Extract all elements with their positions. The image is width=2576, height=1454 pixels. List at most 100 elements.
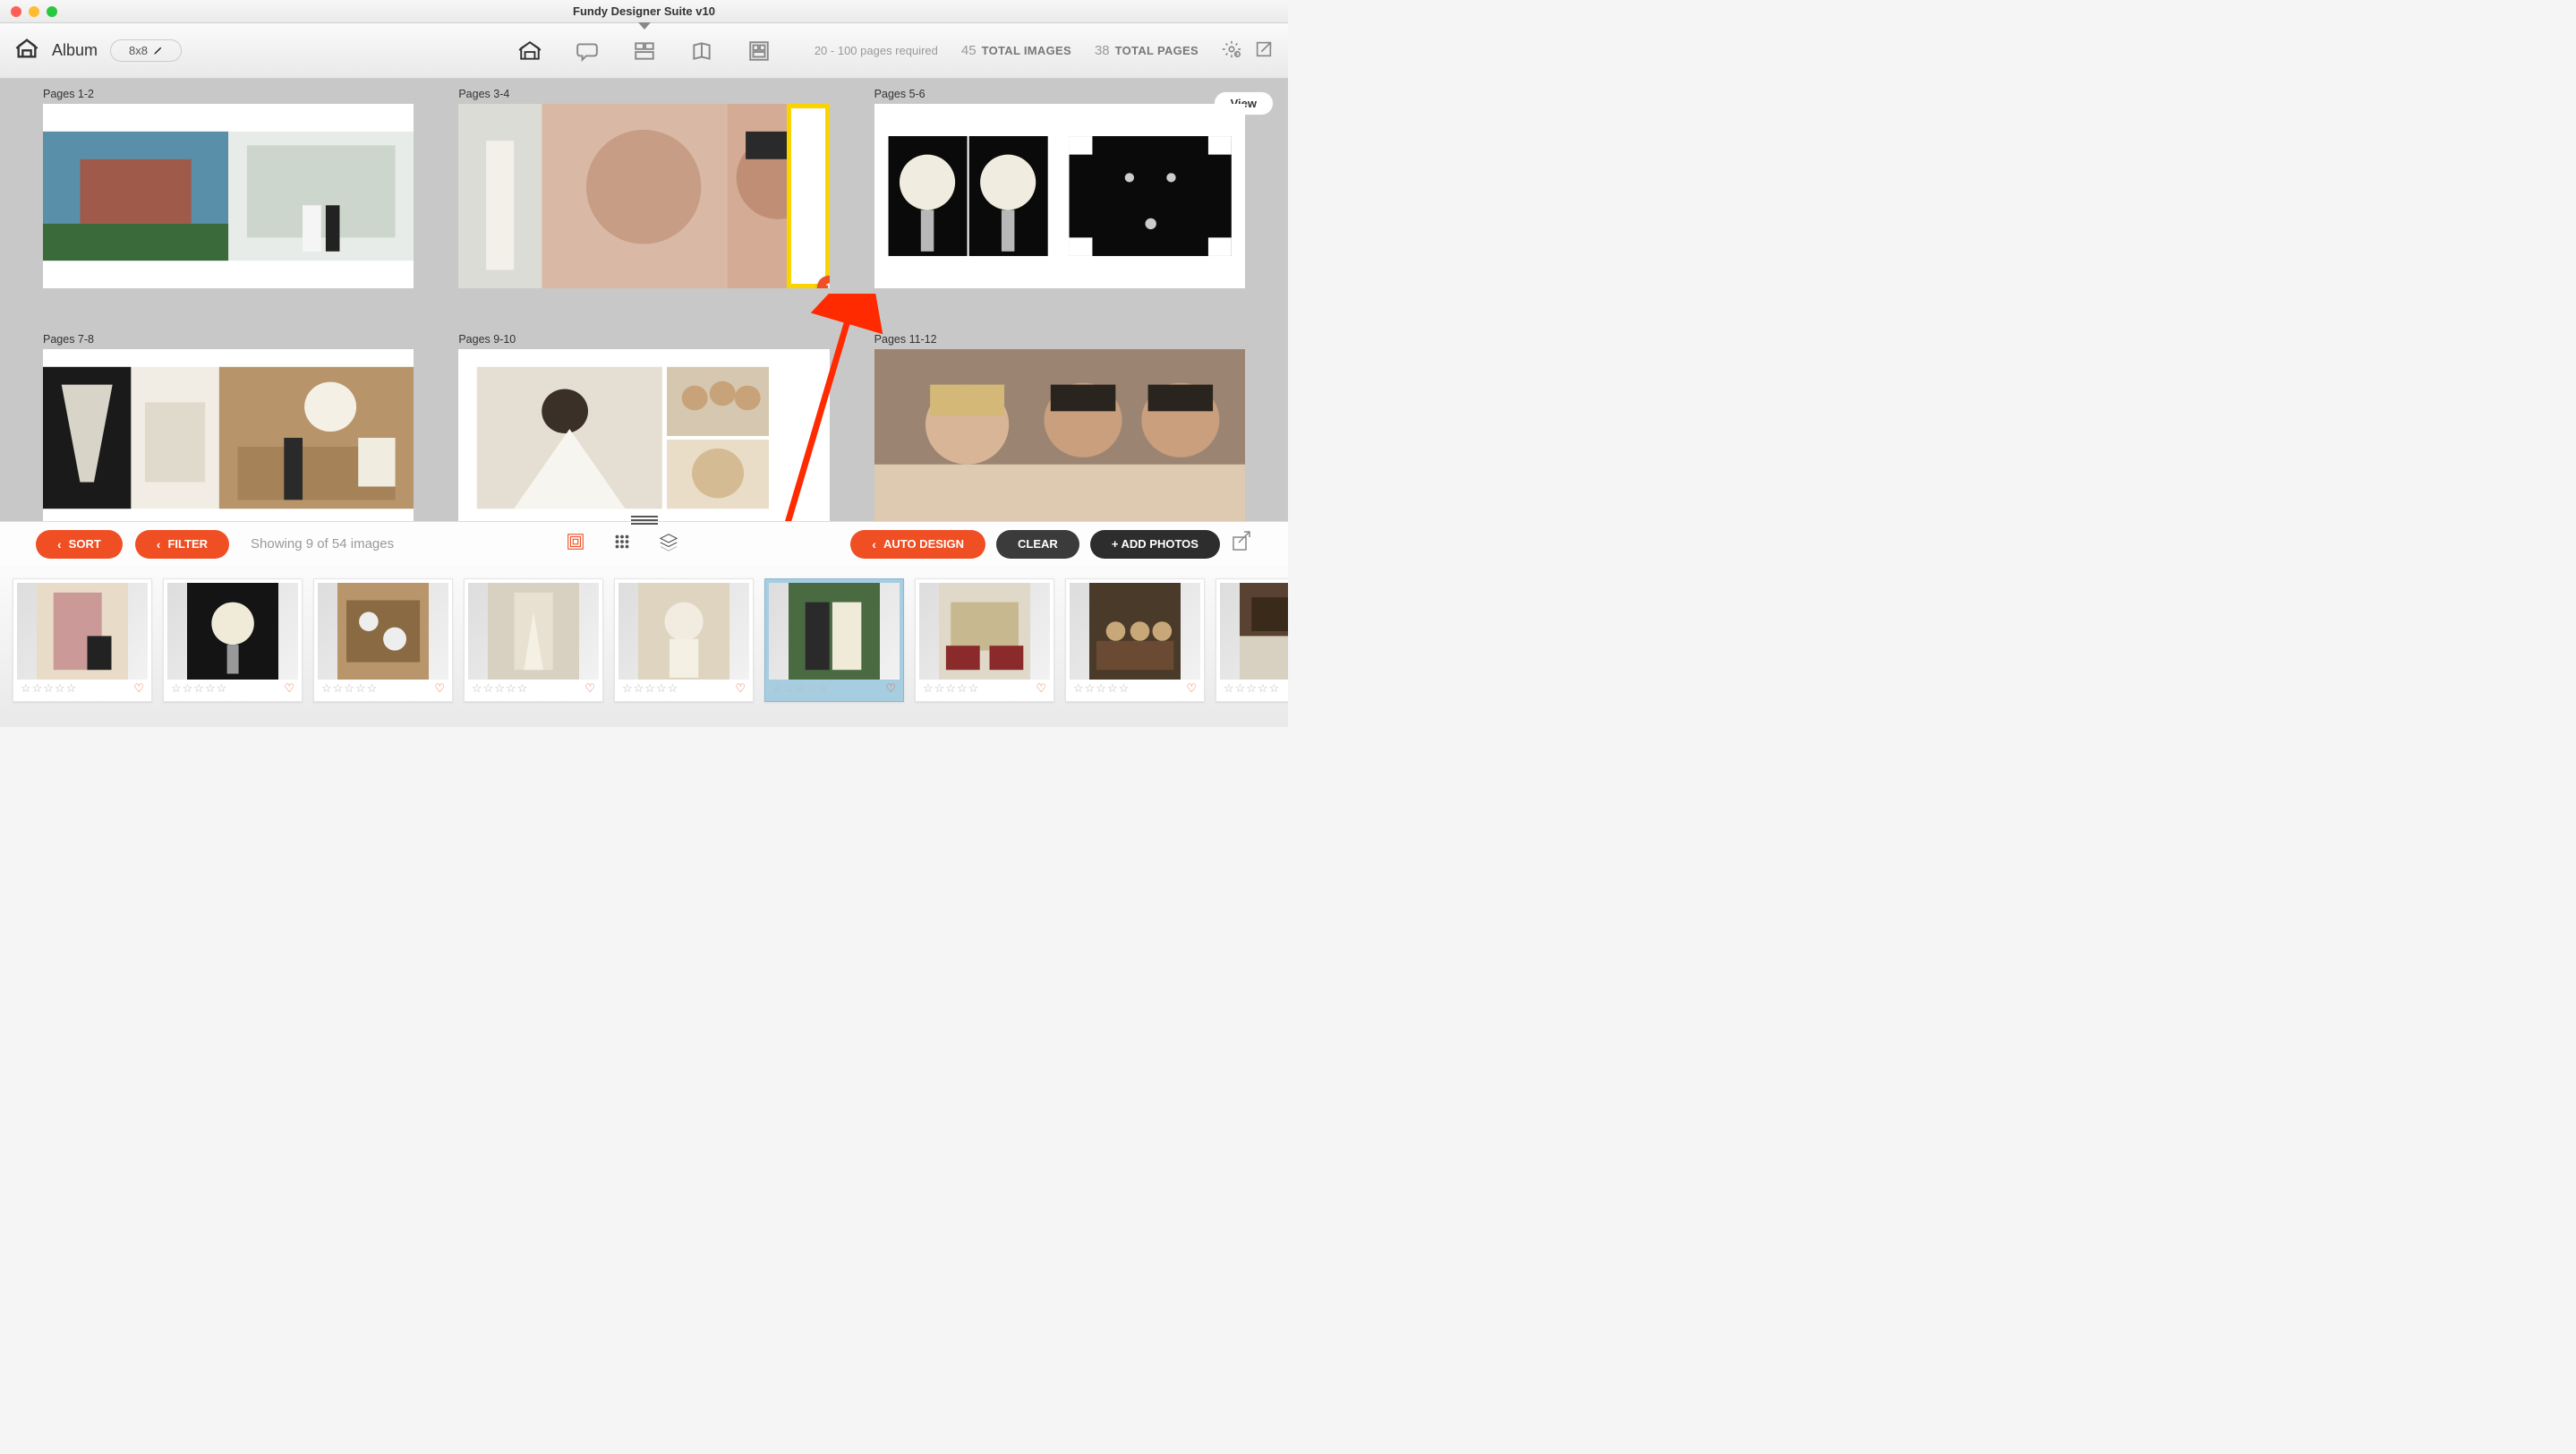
- filmstrip-thumb[interactable]: ☆☆☆☆☆ ♡: [1215, 578, 1288, 702]
- thumb-image: [1070, 583, 1200, 680]
- filter-label: FILTER: [167, 537, 208, 551]
- heart-icon[interactable]: ♡: [584, 681, 595, 696]
- filmstrip-thumb[interactable]: ☆☆☆☆☆ ♡: [464, 578, 603, 702]
- spreads-canvas[interactable]: View Pages 1-2 Pages 3-4: [0, 79, 1288, 521]
- heart-icon[interactable]: ♡: [133, 681, 144, 696]
- heart-icon[interactable]: ♡: [284, 681, 294, 696]
- thumb-image: [1220, 583, 1288, 680]
- album-size-button[interactable]: 8x8: [110, 39, 182, 62]
- thumb-image: [167, 583, 298, 680]
- spread-image-placeholder: [874, 104, 1245, 288]
- heart-icon[interactable]: ♡: [885, 681, 896, 696]
- window-controls: [0, 6, 57, 17]
- module-label: Album: [52, 41, 98, 60]
- toolbar: Album 8x8 20 - 100 pages required 45 TOT…: [0, 23, 1288, 79]
- spread-label: Pages 7-8: [43, 333, 414, 346]
- image-count-status: Showing 9 of 54 images: [251, 536, 394, 552]
- clear-label: CLEAR: [1018, 537, 1058, 551]
- filmstrip-thumb[interactable]: ☆☆☆☆☆ ♡: [915, 578, 1054, 702]
- spread-label: Pages 11-12: [874, 333, 1245, 346]
- sort-button[interactable]: ‹ SORT: [36, 530, 123, 559]
- album-size-value: 8x8: [129, 44, 148, 57]
- filmstrip-thumb[interactable]: ☆☆☆☆☆ ♡: [614, 578, 754, 702]
- spread-5-6[interactable]: Pages 5-6: [874, 88, 1245, 288]
- panel-resize-handle[interactable]: [631, 516, 658, 525]
- layout-icon[interactable]: [633, 39, 656, 63]
- thumb-image: [618, 583, 749, 680]
- app-logo-icon[interactable]: [14, 36, 39, 65]
- auto-design-label: AUTO DESIGN: [883, 537, 964, 551]
- thumb-image: [468, 583, 599, 680]
- toolbar-pointer-icon: [638, 22, 651, 30]
- total-images-label: TOTAL IMAGES: [982, 44, 1071, 57]
- spread-label: Pages 9-10: [458, 333, 829, 346]
- maximize-window-icon[interactable]: [47, 6, 57, 17]
- speech-bubble-icon[interactable]: [576, 39, 599, 63]
- chevron-left-icon: ‹: [157, 537, 161, 552]
- heart-icon[interactable]: ♡: [1036, 681, 1046, 696]
- star-rating[interactable]: ☆☆☆☆☆: [321, 681, 378, 696]
- image-grid-icon[interactable]: [747, 39, 771, 63]
- add-photos-label: + ADD PHOTOS: [1112, 537, 1198, 551]
- thumb-image: [17, 583, 148, 680]
- spread-image-placeholder: [458, 104, 829, 288]
- thumb-image: [919, 583, 1050, 680]
- star-rating[interactable]: ☆☆☆☆☆: [772, 681, 829, 696]
- spread-11-12[interactable]: Pages 11-12: [874, 333, 1245, 521]
- sort-label: SORT: [69, 537, 101, 551]
- star-rating[interactable]: ☆☆☆☆☆: [21, 681, 77, 696]
- heart-icon[interactable]: ♡: [434, 681, 445, 696]
- export-icon[interactable]: [1231, 531, 1252, 557]
- filmstrip[interactable]: ☆☆☆☆☆ ♡ ☆☆☆☆☆ ♡ ☆☆☆☆☆ ♡ ☆☆☆☆☆ ♡ ☆☆☆☆☆: [0, 566, 1288, 727]
- chevron-left-icon: ‹: [57, 537, 62, 552]
- spread-label: Pages 1-2: [43, 88, 414, 100]
- close-window-icon[interactable]: [11, 6, 21, 17]
- filmstrip-thumb[interactable]: ☆☆☆☆☆ ♡: [313, 578, 453, 702]
- pencil-icon: [153, 46, 163, 56]
- spread-1-2[interactable]: Pages 1-2: [43, 88, 414, 288]
- filmstrip-thumb[interactable]: ☆☆☆☆☆ ♡: [764, 578, 904, 702]
- dots-view-icon[interactable]: [612, 532, 632, 556]
- window-title: Fundy Designer Suite v10: [573, 4, 715, 18]
- thumb-image: [318, 583, 448, 680]
- toolbar-tools: [518, 39, 771, 63]
- drop-target-highlight[interactable]: [787, 104, 830, 288]
- star-rating[interactable]: ☆☆☆☆☆: [1224, 681, 1280, 696]
- view-mode-icons: [566, 532, 678, 556]
- spread-3-4[interactable]: Pages 3-4 1: [458, 88, 829, 288]
- action-bar: ‹ SORT ‹ FILTER Showing 9 of 54 images ‹AU…: [0, 521, 1288, 566]
- book-icon[interactable]: [690, 39, 713, 63]
- star-rating[interactable]: ☆☆☆☆☆: [923, 681, 979, 696]
- spread-label: Pages 3-4: [458, 88, 829, 100]
- external-link-icon[interactable]: [1254, 39, 1274, 62]
- gear-icon[interactable]: [1222, 39, 1241, 62]
- star-rating[interactable]: ☆☆☆☆☆: [622, 681, 678, 696]
- spread-image-placeholder: [874, 349, 1245, 521]
- module-album-icon[interactable]: [518, 39, 542, 63]
- spread-image-placeholder: [43, 349, 414, 521]
- clear-button[interactable]: CLEAR: [996, 530, 1079, 559]
- thumb-image: [769, 583, 900, 680]
- grid-view-icon[interactable]: [566, 532, 585, 556]
- total-pages-count: 38: [1095, 43, 1110, 58]
- titlebar: Fundy Designer Suite v10: [0, 0, 1288, 23]
- spread-9-10[interactable]: Pages 9-10: [458, 333, 829, 521]
- add-photos-button[interactable]: + ADD PHOTOS: [1090, 530, 1220, 559]
- star-rating[interactable]: ☆☆☆☆☆: [1073, 681, 1130, 696]
- minimize-window-icon[interactable]: [29, 6, 39, 17]
- filter-button[interactable]: ‹ FILTER: [135, 530, 229, 559]
- spread-image-placeholder: [43, 104, 414, 288]
- spread-7-8[interactable]: Pages 7-8: [43, 333, 414, 521]
- heart-icon[interactable]: ♡: [735, 681, 746, 696]
- filmstrip-thumb[interactable]: ☆☆☆☆☆ ♡: [163, 578, 303, 702]
- spread-label: Pages 5-6: [874, 88, 1245, 100]
- layers-icon[interactable]: [659, 532, 678, 556]
- auto-design-button[interactable]: ‹AUTO DESIGN: [850, 530, 985, 559]
- filmstrip-thumb[interactable]: ☆☆☆☆☆ ♡: [1065, 578, 1205, 702]
- total-images-count: 45: [961, 43, 977, 58]
- heart-icon[interactable]: ♡: [1186, 681, 1197, 696]
- filmstrip-thumb[interactable]: ☆☆☆☆☆ ♡: [13, 578, 152, 702]
- star-rating[interactable]: ☆☆☆☆☆: [171, 681, 227, 696]
- star-rating[interactable]: ☆☆☆☆☆: [472, 681, 528, 696]
- spread-image-placeholder: [458, 349, 829, 521]
